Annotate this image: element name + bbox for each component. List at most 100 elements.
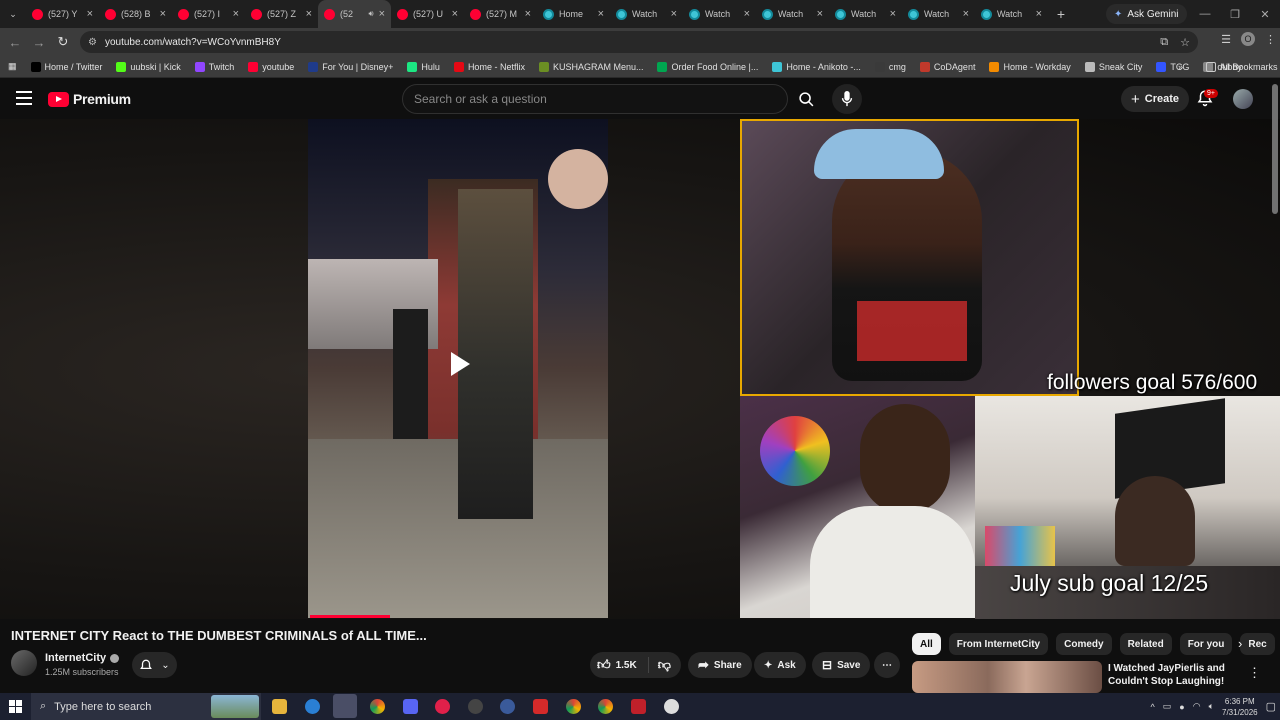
- more-vertical-icon[interactable]: ⋮: [1248, 665, 1261, 681]
- chrome-icon[interactable]: [370, 699, 385, 714]
- volume-icon[interactable]: 🔈︎: [1209, 701, 1214, 712]
- reload-button[interactable]: ↻: [51, 30, 75, 54]
- browser-tab[interactable]: Watch ×: [902, 0, 975, 28]
- minimize-icon[interactable]: —: [1190, 0, 1220, 28]
- filter-chip[interactable]: Comedy: [1056, 633, 1112, 655]
- close-tab-icon[interactable]: ×: [452, 8, 458, 20]
- chevron-right-icon[interactable]: ›: [1238, 636, 1242, 651]
- game-controller-icon[interactable]: [403, 699, 418, 714]
- browser-tab[interactable]: (527) M ×: [464, 0, 537, 28]
- network-icon[interactable]: ▭: [1163, 701, 1172, 712]
- bookmark-star-icon[interactable]: ☆: [1180, 36, 1190, 49]
- media-player-icon[interactable]: [435, 699, 450, 714]
- close-window-icon[interactable]: ✕: [1250, 0, 1280, 28]
- app-icon[interactable]: [500, 699, 515, 714]
- site-info-icon[interactable]: ⚙: [88, 37, 97, 48]
- close-tab-icon[interactable]: ×: [87, 8, 93, 20]
- browser-tab[interactable]: (527) Y ×: [26, 0, 99, 28]
- play-icon[interactable]: [449, 351, 471, 377]
- browser-tab[interactable]: Watch ×: [756, 0, 829, 28]
- all-bookmarks-button[interactable]: All Bookmarks: [1199, 61, 1280, 72]
- windows-start-icon[interactable]: [9, 700, 22, 713]
- kebab-menu-icon[interactable]: ⋮: [1265, 33, 1276, 46]
- address-bar[interactable]: ⚙ youtube.com/watch?v=WCoYvnmBH8Y ⧉ ☆: [80, 31, 1198, 53]
- close-tab-icon[interactable]: ×: [306, 8, 312, 20]
- create-button[interactable]: + Create: [1121, 86, 1190, 112]
- youtube-logo[interactable]: Premium: [48, 91, 131, 107]
- more-bookmarks-icon[interactable]: »: [1171, 62, 1190, 72]
- like-button[interactable]: 👍︎ 1.5K: [597, 657, 637, 673]
- bookmark-item[interactable]: uubski | Kick: [109, 61, 187, 72]
- tab-search-button[interactable]: ⌄: [0, 0, 26, 28]
- bookmark-item[interactable]: Home - Anikoto -...: [765, 61, 868, 72]
- channel-avatar[interactable]: [11, 650, 37, 676]
- bookmark-item[interactable]: Sneak City: [1078, 61, 1150, 72]
- browser-tab[interactable]: Home ×: [537, 0, 610, 28]
- chrome-icon[interactable]: [566, 699, 581, 714]
- close-tab-icon[interactable]: ×: [890, 8, 896, 20]
- close-tab-icon[interactable]: ×: [671, 8, 677, 20]
- system-clock[interactable]: 6:36 PM 7/31/2026: [1222, 696, 1258, 718]
- new-tab-button[interactable]: +: [1048, 0, 1074, 28]
- recommendation-thumbnail[interactable]: [912, 661, 1102, 693]
- cast-icon[interactable]: ⧉: [1160, 36, 1168, 49]
- speaker-icon[interactable]: 🔊︎: [369, 9, 374, 19]
- filter-chip[interactable]: All: [912, 633, 941, 655]
- chrome-icon[interactable]: [598, 699, 613, 714]
- bookmark-item[interactable]: Order Food Online |...: [650, 61, 765, 72]
- close-tab-icon[interactable]: ×: [744, 8, 750, 20]
- steam-icon[interactable]: [468, 699, 483, 714]
- bookmark-item[interactable]: KUSHAGRAM Menu...: [532, 61, 651, 72]
- browser-tab[interactable]: Watch ×: [975, 0, 1048, 28]
- subscription-bell-button[interactable]: ⌄: [132, 652, 177, 678]
- filter-chip[interactable]: From InternetCity: [948, 633, 1049, 655]
- notifications-icon[interactable]: ▢: [1266, 700, 1276, 713]
- adobe-icon[interactable]: [533, 699, 548, 714]
- microphone-icon[interactable]: ●: [1179, 702, 1184, 712]
- search-button[interactable]: [789, 84, 823, 114]
- browser-tab[interactable]: (527) U ×: [391, 0, 464, 28]
- restore-icon[interactable]: ❐: [1220, 0, 1250, 28]
- close-tab-icon[interactable]: ×: [233, 8, 239, 20]
- filter-chip[interactable]: Rec: [1240, 633, 1275, 655]
- close-tab-icon[interactable]: ×: [379, 8, 385, 20]
- browser-tab[interactable]: Watch ×: [610, 0, 683, 28]
- search-input[interactable]: Search or ask a question: [402, 84, 788, 114]
- apps-grid-icon[interactable]: ▦: [0, 61, 24, 72]
- valorant-icon[interactable]: [631, 699, 646, 714]
- close-tab-icon[interactable]: ×: [525, 8, 531, 20]
- browser-tab[interactable]: (528) B ×: [99, 0, 172, 28]
- forward-button[interactable]: →: [27, 30, 51, 54]
- bookmark-item[interactable]: Hulu: [400, 61, 447, 72]
- discord-active-icon[interactable]: [333, 694, 357, 718]
- bookmark-item[interactable]: youtube: [241, 61, 301, 72]
- recommendation-title[interactable]: I Watched JayPierlis and Couldn't Stop L…: [1108, 662, 1238, 688]
- close-tab-icon[interactable]: ×: [1036, 8, 1042, 20]
- close-tab-icon[interactable]: ×: [160, 8, 166, 20]
- chevron-up-icon[interactable]: ^: [1151, 702, 1155, 712]
- video-progress-bar[interactable]: [310, 615, 390, 618]
- close-tab-icon[interactable]: ×: [963, 8, 969, 20]
- edge-icon[interactable]: [305, 699, 320, 714]
- profile-avatar[interactable]: O: [1241, 32, 1255, 46]
- clock-app-icon[interactable]: [664, 699, 679, 714]
- filter-chip[interactable]: For you: [1179, 633, 1233, 655]
- share-button[interactable]: ➦ Share: [688, 652, 752, 678]
- channel-name[interactable]: InternetCity: [45, 652, 120, 664]
- browser-tab[interactable]: (52 🔊︎ ×: [318, 0, 391, 28]
- bookmark-item[interactable]: CoDAgent: [913, 61, 983, 72]
- ask-gemini-button[interactable]: ✦ Ask Gemini: [1106, 4, 1187, 24]
- dislike-button[interactable]: 👎︎: [654, 657, 671, 673]
- voice-search-button[interactable]: [832, 84, 862, 114]
- bookmark-item[interactable]: For You | Disney+: [301, 61, 400, 72]
- bookmark-item[interactable]: Twitch: [188, 61, 242, 72]
- page-scrollbar[interactable]: [1272, 84, 1278, 214]
- file-explorer-icon[interactable]: [272, 699, 287, 714]
- browser-tab[interactable]: Watch ×: [683, 0, 756, 28]
- more-actions-button[interactable]: ⋯: [874, 652, 900, 678]
- taskbar-search-input[interactable]: ⌕ Type here to search: [31, 693, 261, 720]
- close-tab-icon[interactable]: ×: [598, 8, 604, 20]
- account-avatar[interactable]: [1233, 89, 1253, 109]
- ask-button[interactable]: ✦ Ask: [754, 652, 806, 678]
- wifi-icon[interactable]: ◠: [1193, 701, 1201, 712]
